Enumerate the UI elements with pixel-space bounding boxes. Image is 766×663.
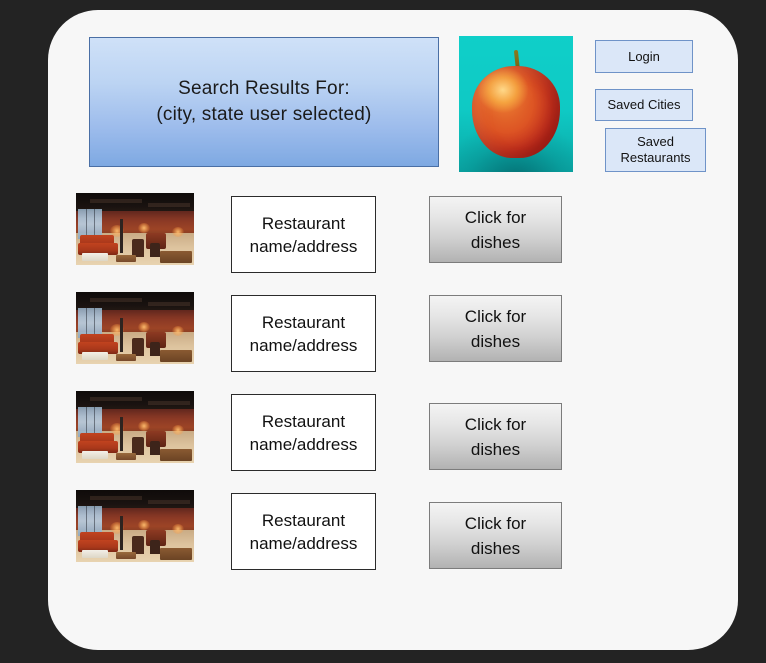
saved-cities-button[interactable]: Saved Cities <box>595 89 693 121</box>
thumb-lamp-post <box>120 318 123 352</box>
dishes-button-label-line2: dishes <box>470 538 521 558</box>
click-for-dishes-button[interactable]: Click for dishes <box>429 196 562 263</box>
thumb-beam <box>90 199 142 203</box>
thumb-table <box>82 451 108 459</box>
thumb-chair <box>150 441 160 455</box>
click-for-dishes-button[interactable]: Click for dishes <box>429 295 562 362</box>
thumb-chair <box>150 342 160 356</box>
login-button-label: Login <box>628 48 660 64</box>
thumb-table <box>116 354 136 361</box>
click-for-dishes-button[interactable]: Click for dishes <box>429 403 562 470</box>
thumb-table <box>160 548 192 560</box>
result-row: Restaurant name/address Click for dishes <box>48 391 738 490</box>
thumb-lamp-glow <box>172 326 184 336</box>
thumb-beam <box>148 302 190 306</box>
thumb-table <box>82 253 108 261</box>
dishes-button-label-line2: dishes <box>470 331 521 351</box>
restaurant-thumbnail[interactable] <box>76 193 194 265</box>
thumb-lamp-glow <box>172 425 184 435</box>
thumb-beam <box>90 298 142 302</box>
click-for-dishes-button[interactable]: Click for dishes <box>429 502 562 569</box>
restaurant-thumbnail[interactable] <box>76 490 194 562</box>
thumb-table <box>116 255 136 262</box>
search-results-banner: Search Results For: (city, state user se… <box>89 37 439 167</box>
restaurant-address-line2: name/address <box>249 236 358 256</box>
thumb-beam <box>148 203 190 207</box>
restaurant-thumbnail[interactable] <box>76 391 194 463</box>
thumb-lamp-post <box>120 219 123 253</box>
apple-photo <box>459 36 573 172</box>
dishes-button-label-line2: dishes <box>470 232 521 252</box>
thumb-lamp-glow <box>138 421 150 431</box>
app-card: Search Results For: (city, state user se… <box>48 10 738 650</box>
restaurant-thumbnail[interactable] <box>76 292 194 364</box>
dishes-button-label-line1: Click for <box>464 207 527 227</box>
result-row: Restaurant name/address Click for dishes <box>48 193 738 292</box>
restaurant-name-line1: Restaurant <box>261 510 346 530</box>
thumb-beam <box>90 496 142 500</box>
restaurant-name-box: Restaurant name/address <box>231 196 376 273</box>
saved-cities-button-label: Saved Cities <box>607 97 681 112</box>
search-results-banner-text: Search Results For: (city, state user se… <box>156 76 371 128</box>
dishes-button-label-line1: Click for <box>464 513 527 533</box>
thumb-lamp-post <box>120 516 123 550</box>
saved-restaurants-label-line2: Restaurants <box>620 150 691 165</box>
thumb-lamp-glow <box>138 322 150 332</box>
thumb-table <box>160 251 192 263</box>
restaurant-name-line1: Restaurant <box>261 213 346 233</box>
dishes-button-label-line2: dishes <box>470 439 521 459</box>
thumb-beam <box>148 401 190 405</box>
thumb-table <box>82 352 108 360</box>
search-results-title-line2: (city, state user selected) <box>156 104 372 125</box>
restaurant-address-line2: name/address <box>249 335 358 355</box>
restaurant-address-line2: name/address <box>249 434 358 454</box>
saved-restaurants-label-line1: Saved <box>637 134 674 149</box>
thumb-table <box>160 350 192 362</box>
thumb-lamp-glow <box>138 520 150 530</box>
thumb-beam <box>148 500 190 504</box>
restaurant-name-line1: Restaurant <box>261 312 346 332</box>
thumb-table <box>116 453 136 460</box>
thumb-chair <box>150 540 160 554</box>
restaurant-name-line1: Restaurant <box>261 411 346 431</box>
thumb-lamp-glow <box>138 223 150 233</box>
restaurant-name-box: Restaurant name/address <box>231 394 376 471</box>
restaurant-name-box: Restaurant name/address <box>231 295 376 372</box>
thumb-table <box>82 550 108 558</box>
thumb-table <box>160 449 192 461</box>
dishes-button-label-line1: Click for <box>464 414 527 434</box>
saved-restaurants-button[interactable]: Saved Restaurants <box>605 128 706 172</box>
thumb-lamp-glow <box>172 227 184 237</box>
search-results-title-line1: Search Results For: <box>178 78 350 99</box>
thumb-lamp-glow <box>172 524 184 534</box>
thumb-chair <box>150 243 160 257</box>
apple-body-icon <box>472 66 560 158</box>
saved-restaurants-button-label: Saved Restaurants <box>620 134 690 166</box>
login-button[interactable]: Login <box>595 40 693 73</box>
dishes-button-label-line1: Click for <box>464 306 527 326</box>
thumb-lamp-post <box>120 417 123 451</box>
thumb-beam <box>90 397 142 401</box>
restaurant-name-box: Restaurant name/address <box>231 493 376 570</box>
thumb-table <box>116 552 136 559</box>
result-row: Restaurant name/address Click for dishes <box>48 490 738 589</box>
result-row: Restaurant name/address Click for dishes <box>48 292 738 391</box>
restaurant-address-line2: name/address <box>249 533 358 553</box>
